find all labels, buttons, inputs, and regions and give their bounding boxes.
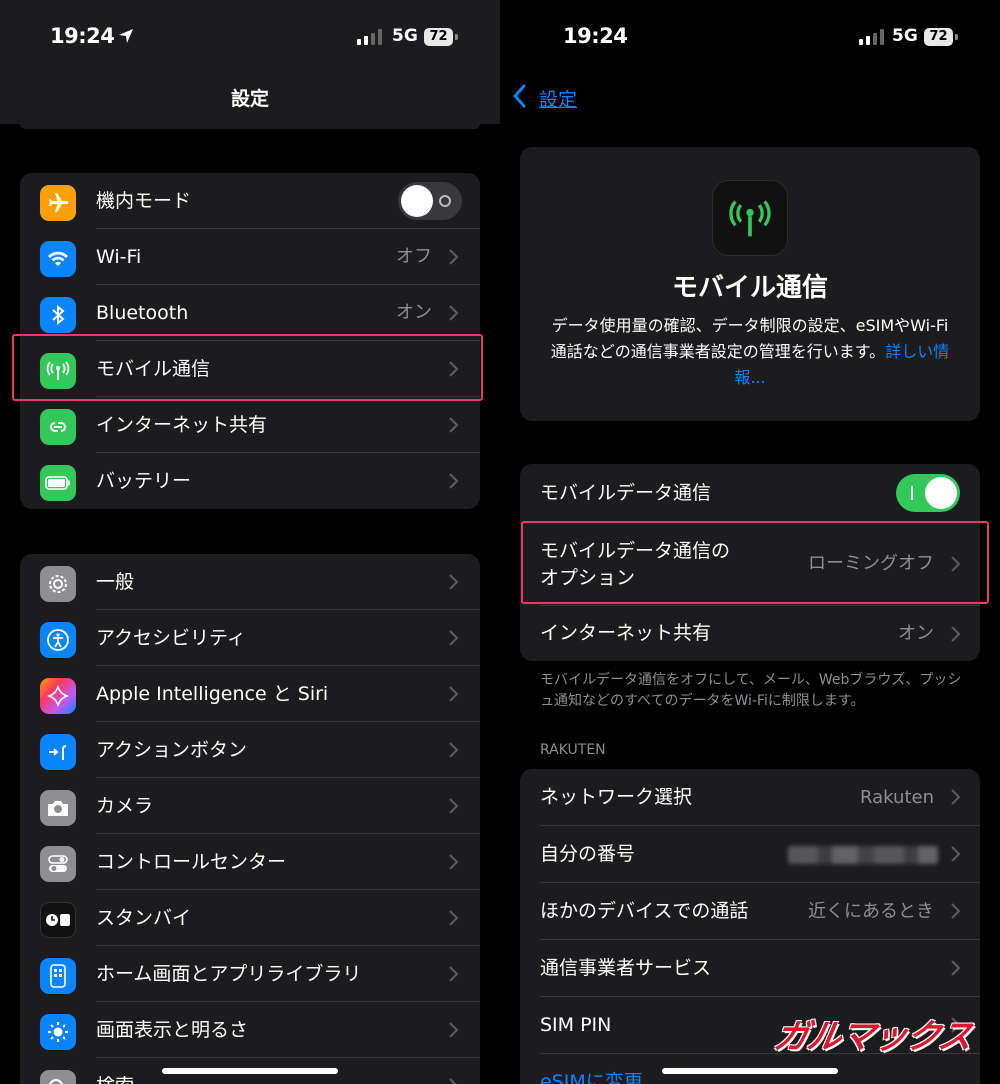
airplane-icon	[40, 185, 76, 221]
row-wifi[interactable]: Wi-Fi オフ	[20, 229, 480, 285]
chevron-right-icon	[449, 966, 458, 982]
highlight-box	[12, 334, 483, 401]
clock: 19:24	[50, 24, 115, 48]
general-group: 一般 アクセシビリティ Apple Intelligence と Siri アク…	[20, 554, 480, 1084]
row-my-number[interactable]: 自分の番号	[520, 826, 980, 883]
network-type: 5G	[892, 26, 918, 46]
search-icon	[40, 1070, 76, 1084]
info-card: モバイル通信 データ使用量の確認、データ制限の設定、eSIMやWi-Fi通話など…	[520, 147, 980, 421]
row-camera[interactable]: カメラ	[20, 778, 480, 834]
mobile-data-footnote: モバイルデータ通信をオフにして、メール、Webブラウズ、プッシュ通知などのすべて…	[540, 672, 962, 709]
chevron-right-icon	[449, 473, 458, 489]
chevron-right-icon	[951, 903, 960, 919]
brightness-icon	[40, 1014, 76, 1050]
wifi-icon	[40, 241, 76, 277]
mobile-data-toggle[interactable]	[896, 474, 960, 512]
accessibility-icon	[40, 622, 76, 658]
chevron-right-icon	[449, 1022, 458, 1038]
row-calls-on-other-devices[interactable]: ほかのデバイスでの通話 近くにあるとき	[520, 883, 980, 940]
redacted-phone-number	[788, 846, 938, 864]
row-mobile-data: モバイルデータ通信	[520, 464, 980, 522]
row-standby[interactable]: スタンバイ	[20, 890, 480, 946]
chevron-right-icon	[951, 626, 960, 642]
row-general[interactable]: 一般	[20, 554, 480, 610]
control-center-icon	[40, 846, 76, 882]
status-bar: 19:24 5G 72	[500, 0, 1000, 70]
location-arrow-icon	[118, 25, 134, 49]
watermark-logo: ガルマックス	[770, 1017, 975, 1057]
row-personal-hotspot[interactable]: インターネット共有	[20, 397, 480, 453]
row-airplane-mode: 機内モード	[20, 173, 480, 229]
row-battery[interactable]: バッテリー	[20, 453, 480, 509]
home-screen-icon	[40, 958, 76, 994]
siri-icon	[40, 678, 76, 714]
airplane-mode-toggle[interactable]	[398, 182, 462, 220]
signal-icon	[357, 29, 382, 45]
row-display-brightness[interactable]: 画面表示と明るさ	[20, 1002, 480, 1058]
row-home-screen[interactable]: ホーム画面とアプリライブラリ	[20, 946, 480, 1002]
battery-indicator-icon: 72	[424, 28, 458, 46]
standby-icon	[40, 902, 76, 938]
action-button-icon	[40, 734, 76, 770]
row-apple-intelligence-siri[interactable]: Apple Intelligence と Siri	[20, 666, 480, 722]
settings-screen: 設定 19:24 5G 72 機内モード Wi-Fi オフ Bluetooth …	[0, 0, 500, 1084]
network-type: 5G	[392, 26, 418, 46]
camera-icon	[40, 790, 76, 826]
chevron-right-icon	[951, 789, 960, 805]
home-indicator[interactable]	[662, 1068, 838, 1074]
carrier-section-header: RAKUTEN	[540, 742, 606, 758]
gear-icon	[40, 566, 76, 602]
antenna-icon	[712, 180, 788, 256]
chevron-right-icon	[449, 854, 458, 870]
highlight-box	[521, 521, 989, 604]
chevron-right-icon	[951, 960, 960, 976]
status-bar: 19:24 5G 72	[0, 0, 500, 70]
battery-indicator-icon: 72	[924, 28, 958, 46]
row-personal-hotspot[interactable]: インターネット共有 オン	[520, 606, 980, 661]
info-title: モバイル通信	[671, 273, 828, 303]
clock: 19:24	[563, 24, 628, 48]
row-bluetooth[interactable]: Bluetooth オン	[20, 285, 480, 341]
home-indicator[interactable]	[162, 1068, 338, 1074]
chevron-right-icon	[449, 249, 458, 265]
row-action-button[interactable]: アクションボタン	[20, 722, 480, 778]
chevron-right-icon	[449, 686, 458, 702]
signal-icon	[859, 29, 884, 45]
battery-icon	[40, 465, 76, 501]
chevron-right-icon	[449, 742, 458, 758]
chevron-right-icon	[449, 574, 458, 590]
back-button[interactable]: 設定	[539, 85, 577, 112]
mobile-network-screen: 19:24 5G 72 設定 モバイル通信 データ使用量の確認、データ制限の設定…	[500, 0, 1000, 1084]
chevron-right-icon	[449, 305, 458, 321]
hotspot-icon	[40, 409, 76, 445]
row-control-center[interactable]: コントロールセンター	[20, 834, 480, 890]
row-accessibility[interactable]: アクセシビリティ	[20, 610, 480, 666]
chevron-right-icon	[449, 798, 458, 814]
chevron-right-icon	[449, 1078, 457, 1084]
bluetooth-icon	[40, 297, 76, 333]
chevron-right-icon	[449, 630, 458, 646]
page-title: 設定	[230, 88, 269, 110]
row-network-selection[interactable]: ネットワーク選択 Rakuten	[520, 769, 980, 826]
back-chevron-icon[interactable]	[512, 84, 526, 108]
chevron-right-icon	[449, 417, 458, 433]
row-carrier-services[interactable]: 通信事業者サービス	[520, 940, 980, 997]
chevron-right-icon	[951, 846, 960, 862]
chevron-right-icon	[449, 910, 458, 926]
